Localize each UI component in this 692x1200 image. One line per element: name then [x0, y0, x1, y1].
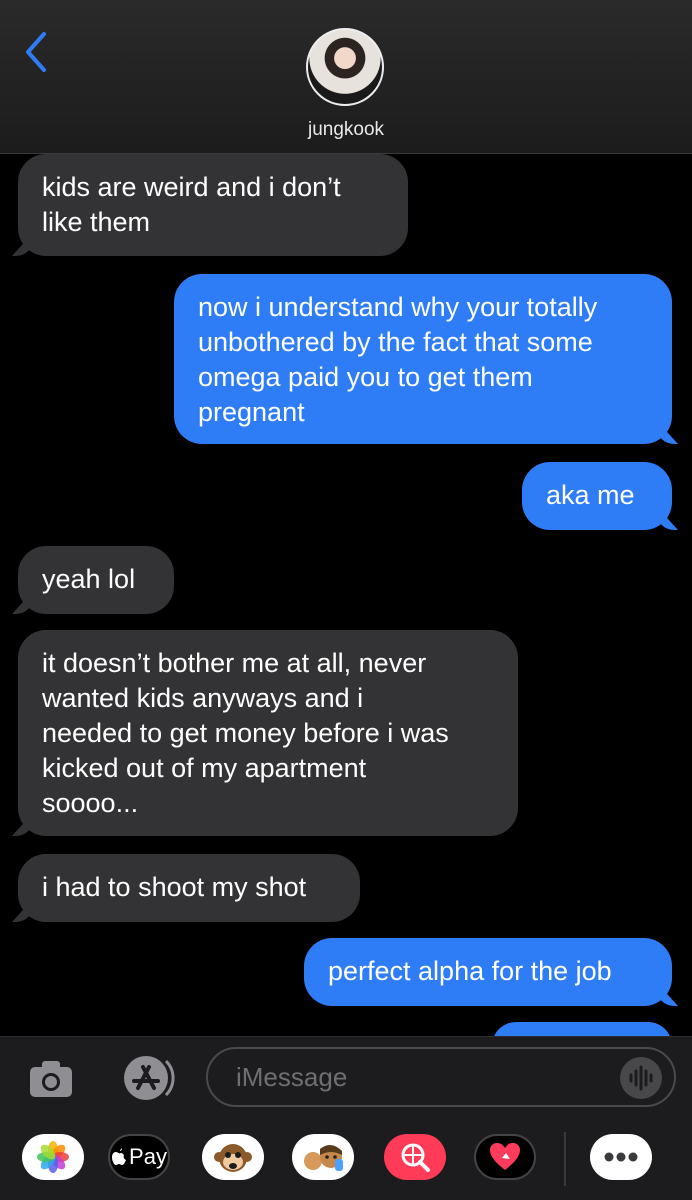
photos-icon: [37, 1141, 69, 1173]
apple-pay-button[interactable]: Pay: [108, 1134, 170, 1180]
heart-touch-icon: [490, 1143, 520, 1170]
apple-pay-label: Pay: [129, 1144, 167, 1169]
message-bubble-received[interactable]: yeah lol: [18, 546, 174, 614]
chevron-left-icon: [26, 32, 46, 72]
camera-button[interactable]: [26, 1055, 76, 1101]
app-store-button[interactable]: [116, 1053, 178, 1103]
compose-bar: [0, 1036, 692, 1119]
conversation-header: jungkook: [0, 0, 692, 154]
camera-icon: [30, 1061, 72, 1097]
globe-search-icon: [401, 1143, 430, 1172]
memoji-stickers-button[interactable]: [292, 1134, 354, 1180]
photos-app-button[interactable]: [22, 1134, 84, 1180]
waveform-icon: [629, 1065, 653, 1091]
message-bubble-received[interactable]: kids are weird and i don’t like them: [18, 154, 408, 256]
contact-name[interactable]: jungkook: [0, 119, 692, 141]
drawer-divider: [564, 1132, 566, 1186]
message-bubble-sent[interactable]: perfect alpha for the job: [304, 938, 672, 1006]
monkey-animoji-icon: [214, 1144, 252, 1172]
contact-avatar[interactable]: [306, 28, 384, 106]
back-button[interactable]: [18, 28, 58, 76]
digital-touch-button[interactable]: [474, 1134, 536, 1180]
message-bubble-received[interactable]: i had to shoot my shot: [18, 854, 360, 922]
imessage-input[interactable]: [206, 1047, 676, 1107]
animoji-app-button[interactable]: [202, 1134, 264, 1180]
audio-message-button[interactable]: [620, 1057, 662, 1099]
app-store-icon: [124, 1056, 175, 1100]
memoji-stickers-icon: [304, 1144, 343, 1171]
message-bubble-received[interactable]: it doesn’t bother me at all, never wante…: [18, 630, 518, 836]
message-bubble-sent[interactable]: now i understand why your totally unboth…: [174, 274, 672, 444]
more-apps-button[interactable]: [590, 1134, 652, 1180]
images-search-button[interactable]: [384, 1134, 446, 1180]
apple-logo-icon: [112, 1148, 127, 1165]
ellipsis-icon: [604, 1152, 638, 1162]
app-drawer: Pay: [0, 1118, 692, 1200]
message-bubble-sent[interactable]: aka me: [522, 462, 672, 530]
